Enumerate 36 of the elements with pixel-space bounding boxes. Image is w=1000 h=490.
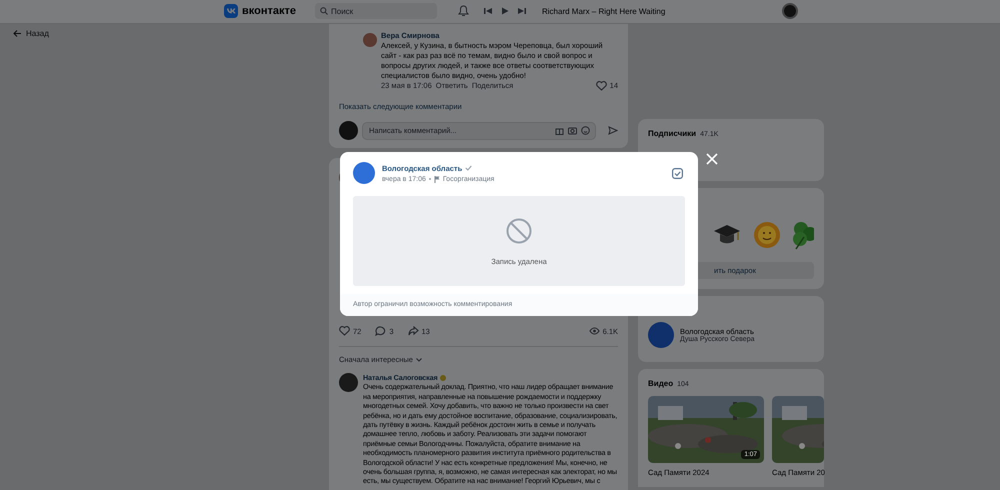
share-icon[interactable] [408, 326, 419, 336]
next-icon[interactable] [518, 7, 526, 15]
avatar[interactable] [339, 373, 358, 392]
play-icon[interactable] [501, 7, 509, 15]
gift-icon[interactable] [555, 126, 564, 134]
prohibited-icon [506, 218, 532, 244]
back-link[interactable]: Назад [26, 29, 49, 38]
heart-icon[interactable] [596, 81, 607, 91]
track-title[interactable]: Richard Marx – Right Here Waiting [542, 6, 666, 16]
group-avatar[interactable] [648, 322, 674, 348]
caret-icon[interactable] [416, 358, 422, 362]
video-thumbnail[interactable] [772, 396, 824, 463]
section-title[interactable]: Подписчики [648, 129, 696, 138]
send-icon[interactable] [608, 126, 618, 135]
bell-icon[interactable] [458, 5, 469, 17]
avatar[interactable] [363, 33, 377, 47]
logo-icon[interactable] [224, 4, 238, 18]
comment-icon[interactable] [375, 326, 386, 336]
logo-text[interactable]: вконтакте [242, 5, 296, 17]
close-icon[interactable] [706, 153, 718, 165]
heart-icon[interactable] [339, 326, 350, 336]
section-title[interactable]: Видео [648, 379, 674, 388]
previous-icon[interactable] [484, 7, 492, 15]
checkbox-icon[interactable] [672, 168, 683, 178]
dot-separator-icon [428, 178, 431, 180]
flag-icon [434, 176, 440, 182]
camera-icon[interactable] [568, 126, 577, 134]
group-avatar[interactable] [353, 162, 375, 184]
avatar[interactable] [782, 3, 798, 19]
smiley-icon[interactable] [581, 126, 590, 134]
back-arrow-icon[interactable] [13, 30, 21, 37]
search-icon [320, 7, 328, 15]
avatar[interactable] [339, 121, 358, 140]
clover-icon[interactable] [792, 220, 814, 250]
eye-icon [588, 327, 600, 335]
search-field[interactable]: Поиск [315, 3, 437, 19]
